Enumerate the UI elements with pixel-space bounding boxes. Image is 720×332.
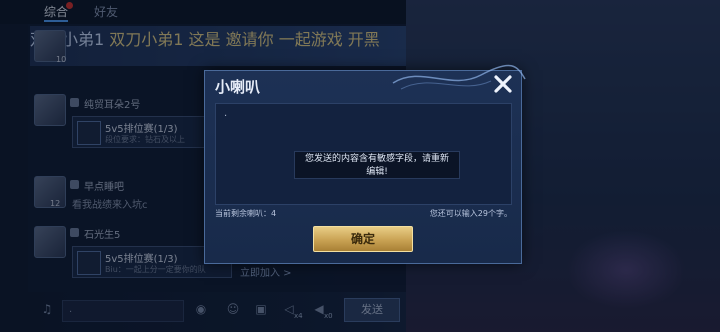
toast-line: 您发送的内容含有敏感字段，请重新 [304, 154, 449, 164]
char-counter: 您还可以输入29个字。 [429, 209, 512, 218]
error-toast: 您发送的内容含有敏感字段，请重新 编辑! [294, 151, 460, 179]
dialog-title: 小喇叭 [215, 78, 261, 96]
confirm-button[interactable]: 确定 [313, 226, 413, 252]
game-chat-scene: 综合 好友 纯贸耳朵2号 5v5排位赛(1/3) 段位要求：钻石及以上 12 早… [0, 0, 720, 332]
close-button[interactable] [491, 72, 515, 96]
toast-line: 编辑! [366, 167, 388, 177]
close-icon [494, 75, 512, 93]
remaining-horns: 当前剩余喇叭：4 [215, 209, 277, 218]
textarea-value: . [224, 108, 228, 119]
horn-dialog: 小喇叭 . 您发送的内容含有敏感字段，请重新 编辑! 当前剩余喇叭：4 您还可以… [204, 64, 526, 264]
message-textarea[interactable]: . 您发送的内容含有敏感字段，请重新 编辑! [215, 103, 512, 205]
